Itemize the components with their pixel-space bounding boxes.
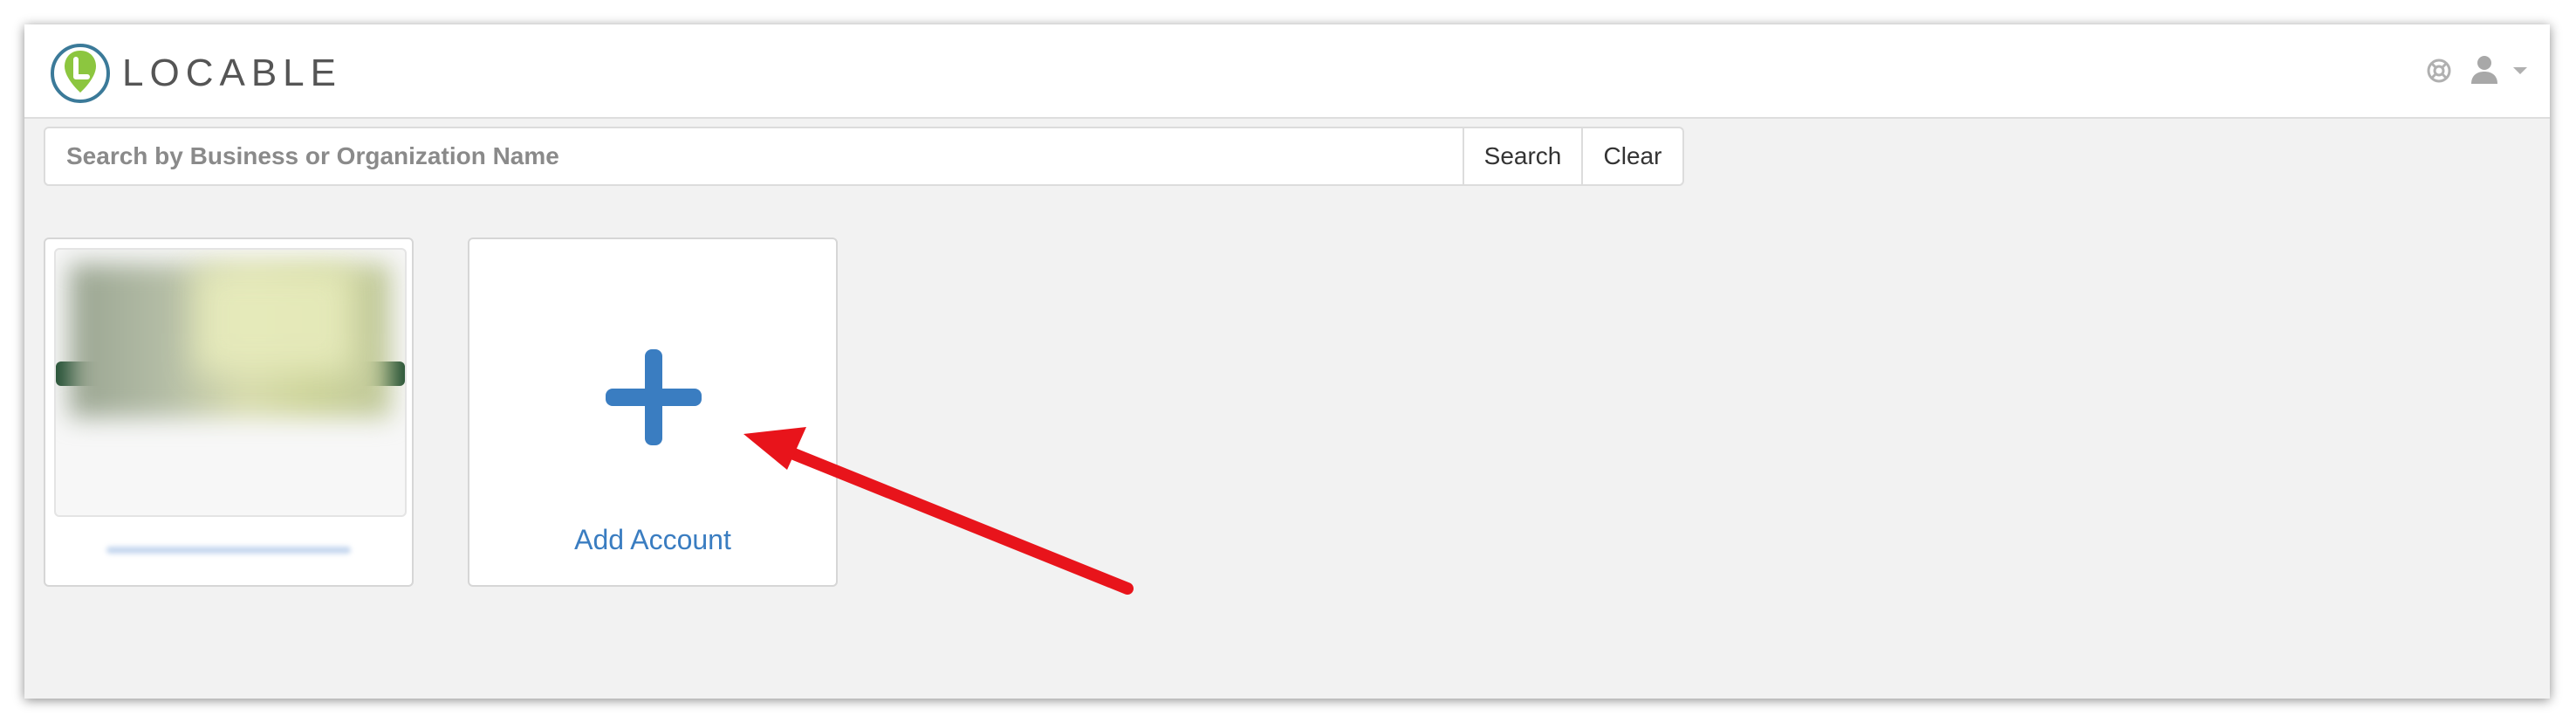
- plus-icon[interactable]: [606, 349, 702, 445]
- search-button[interactable]: Search: [1463, 127, 1583, 186]
- account-card[interactable]: [44, 238, 414, 587]
- chevron-down-icon[interactable]: [2512, 66, 2528, 75]
- account-thumbnail[interactable]: [54, 248, 407, 517]
- account-name-redacted[interactable]: [106, 547, 351, 554]
- help-icon[interactable]: [2426, 58, 2452, 84]
- locable-logo-icon[interactable]: [49, 42, 112, 105]
- add-account-card[interactable]: Add Account: [468, 238, 838, 587]
- brand-name[interactable]: LOCABLE: [122, 47, 342, 100]
- top-navbar: LOCABLE: [24, 24, 2550, 119]
- clear-button[interactable]: Clear: [1583, 127, 1684, 186]
- add-account-label[interactable]: Add Account: [469, 524, 836, 556]
- blurred-image-highlight: [195, 267, 353, 372]
- search-input[interactable]: [44, 127, 1463, 186]
- app-window: LOCABLE Search Clear: [24, 24, 2550, 699]
- search-bar: Search Clear: [44, 127, 1684, 186]
- user-icon[interactable]: [2470, 54, 2499, 86]
